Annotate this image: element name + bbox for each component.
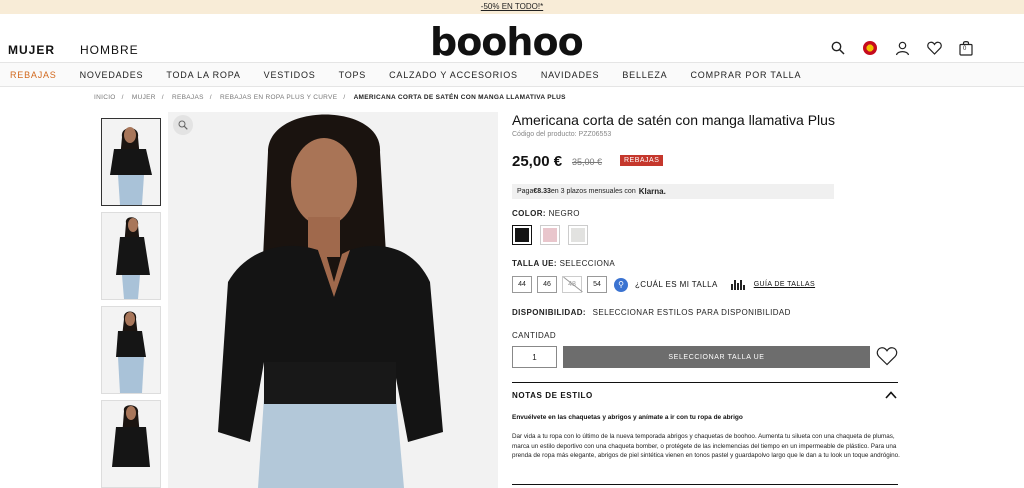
color-label: COLOR: xyxy=(512,209,546,218)
nav-item-novedades[interactable]: NOVEDADES xyxy=(80,70,144,80)
product-thumbnail[interactable] xyxy=(101,400,161,488)
color-value: NEGRO xyxy=(548,209,580,218)
availability-label: DISPONIBILIDAD: xyxy=(512,308,586,317)
zoom-icon[interactable] xyxy=(173,115,193,135)
klarna-post: en 3 plazos mensuales con xyxy=(550,188,636,195)
swatch-color xyxy=(571,228,585,242)
size-options: 44 46 48 54 ⚲ ¿CUÁL ES MI TALLA GUÍA DE … xyxy=(512,276,815,293)
product-thumbnail[interactable] xyxy=(101,306,161,394)
product-main-image[interactable] xyxy=(168,112,498,488)
ruler-icon xyxy=(730,279,745,290)
country-flag-icon[interactable] xyxy=(862,40,878,56)
nav-item-calzado[interactable]: CALZADO Y ACCESORIOS xyxy=(389,70,518,80)
swatch-color xyxy=(515,228,529,242)
heart-icon[interactable] xyxy=(926,40,942,56)
select-size-button[interactable]: SELECCIONAR TALLA UE xyxy=(563,346,870,368)
bag-icon[interactable]: 0 xyxy=(958,40,974,56)
promo-banner[interactable]: -50% EN TODO!* xyxy=(0,0,1024,14)
gender-link-women[interactable]: MUJER xyxy=(8,43,55,57)
promo-text[interactable]: -50% EN TODO!* xyxy=(481,2,543,11)
color-swatches xyxy=(512,225,588,245)
breadcrumb-item[interactable]: INICIO xyxy=(94,94,116,101)
account-icon[interactable] xyxy=(894,40,910,56)
wishlist-heart-icon[interactable] xyxy=(876,346,898,368)
style-notes-body: Dar vida a tu ropa con lo último de la n… xyxy=(512,433,900,459)
swatch-pink[interactable] xyxy=(540,225,560,245)
nav-item-vestidos[interactable]: VESTIDOS xyxy=(264,70,316,80)
size-label: TALLA UE: xyxy=(512,259,557,268)
divider xyxy=(512,382,898,383)
style-notes-title[interactable]: NOTAS DE ESTILO xyxy=(512,391,593,400)
availability-value: SELECCIONAR ESTILOS PARA DISPONIBILIDAD xyxy=(592,308,791,317)
breadcrumb: INICIO / MUJER / REBAJAS / REBAJAS EN ROPA … xyxy=(94,94,566,101)
size-option-46[interactable]: 46 xyxy=(537,276,557,293)
nav-item-toda-la-ropa[interactable]: TODA LA ROPA xyxy=(166,70,240,80)
style-notes-lead: Envuélvete en las chaquetas y abrigos y … xyxy=(512,414,743,421)
nav-item-tops[interactable]: TOPS xyxy=(339,70,367,80)
nav-item-belleza[interactable]: BELLEZA xyxy=(622,70,667,80)
product-title: Americana corta de satén con manga llama… xyxy=(512,112,835,128)
size-option-44[interactable]: 44 xyxy=(512,276,532,293)
sale-badge: REBAJAS xyxy=(620,155,664,166)
fit-finder-icon[interactable]: ⚲ xyxy=(614,277,628,292)
nav-item-comprar-por-talla[interactable]: COMPRAR POR TALLA xyxy=(690,70,801,80)
divider xyxy=(512,484,898,485)
breadcrumb-current: AMERICANA CORTA DE SATÉN CON MANGA LLAMA… xyxy=(353,94,566,101)
quantity-input[interactable]: 1 xyxy=(512,346,557,368)
klarna-amount: €8.33 xyxy=(533,188,551,195)
search-icon[interactable] xyxy=(830,40,846,56)
klarna-logo: Klarna. xyxy=(638,187,666,196)
size-option-54[interactable]: 54 xyxy=(587,276,607,293)
bag-count: 0 xyxy=(963,46,967,52)
product-sku: Código del producto: PZZ06553 xyxy=(512,131,612,138)
size-guide-link[interactable]: GUÍA DE TALLAS xyxy=(754,281,815,288)
swatch-grey[interactable] xyxy=(568,225,588,245)
thumbnail-gallery xyxy=(101,118,163,488)
brand-logo[interactable]: boohoo xyxy=(430,20,584,64)
main-nav: REBAJAS NOVEDADES TODA LA ROPA VESTIDOS … xyxy=(0,62,1024,87)
size-label-row: TALLA UE: SELECCIONA xyxy=(512,259,615,268)
quantity-label: CANTIDAD xyxy=(512,331,557,340)
fit-finder-link[interactable]: ¿CUÁL ES MI TALLA xyxy=(635,280,718,289)
color-label-row: COLOR: NEGRO xyxy=(512,209,580,218)
product-thumbnail[interactable] xyxy=(101,212,161,300)
header-actions: 0 xyxy=(830,40,974,56)
product-thumbnail[interactable] xyxy=(101,118,161,206)
breadcrumb-item[interactable]: MUJER xyxy=(132,94,156,101)
klarna-pre: Paga xyxy=(517,188,534,195)
swatch-black[interactable] xyxy=(512,225,532,245)
chevron-up-icon[interactable] xyxy=(884,388,898,402)
availability-row: DISPONIBILIDAD: SELECCIONAR ESTILOS PARA… xyxy=(512,308,791,317)
nav-item-navidades[interactable]: NAVIDADES xyxy=(541,70,600,80)
breadcrumb-item[interactable]: REBAJAS EN ROPA PLUS Y CURVE xyxy=(220,94,337,101)
klarna-banner[interactable]: Paga €8.33 en 3 plazos mensuales con Kla… xyxy=(512,184,834,199)
original-price: 35,00 € xyxy=(572,157,603,167)
breadcrumb-item[interactable]: REBAJAS xyxy=(172,94,204,101)
swatch-color xyxy=(543,228,557,242)
nav-item-rebajas[interactable]: REBAJAS xyxy=(10,70,57,80)
size-value: SELECCIONA xyxy=(559,259,616,268)
size-option-48[interactable]: 48 xyxy=(562,276,582,293)
gender-link-men[interactable]: HOMBRE xyxy=(80,43,139,57)
current-price: 25,00 € xyxy=(512,153,563,170)
